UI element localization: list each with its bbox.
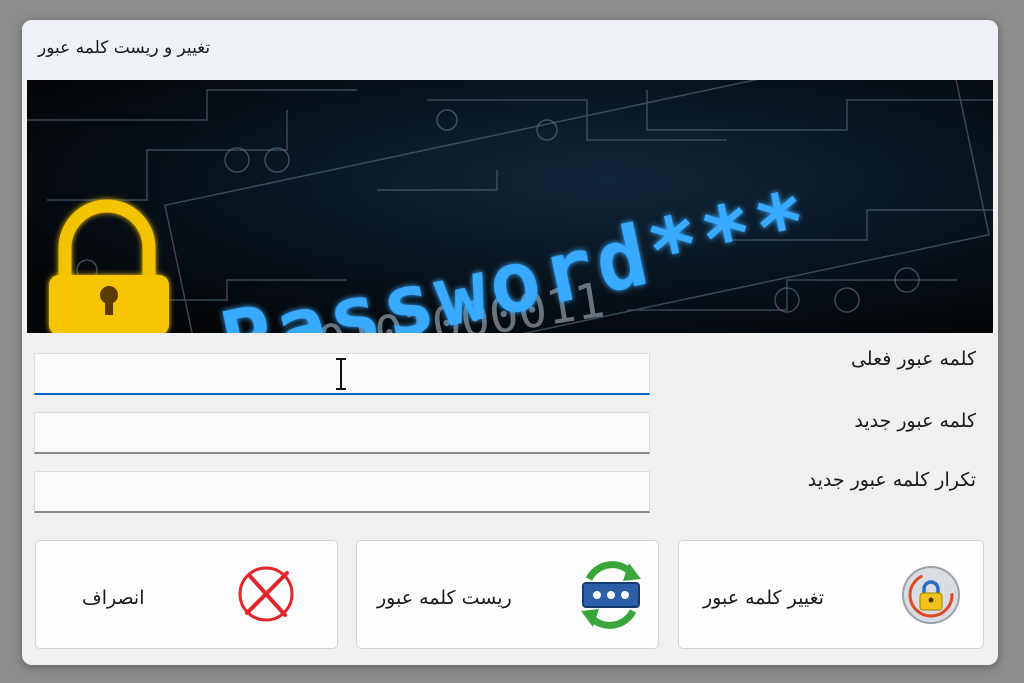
current-password-field[interactable] <box>34 353 653 395</box>
confirm-password-label: تکرار کلمه عبور جدید <box>807 469 976 491</box>
password-banner-image: 0101000011 Password*** <box>27 80 993 333</box>
cancel-button-label: انصراف <box>82 587 145 609</box>
new-password-field[interactable] <box>34 412 653 454</box>
cancel-button[interactable]: انصراف <box>35 540 338 649</box>
new-password-label: کلمه عبور جدید <box>854 410 976 432</box>
new-password-input[interactable] <box>35 413 653 454</box>
reset-password-button[interactable]: ریست کلمه عبور <box>356 540 659 649</box>
cancel-x-icon <box>235 563 297 629</box>
title-bar[interactable]: تغییر و ریست کلمه عبور <box>22 20 998 80</box>
text-caret <box>336 358 346 390</box>
current-password-label: کلمه عبور فعلی <box>850 348 976 370</box>
change-password-dialog: تغییر و ریست کلمه عبور 0101000011 Passwo… <box>22 20 998 665</box>
lock-refresh-icon <box>901 565 961 629</box>
password-reset-icon <box>579 561 643 633</box>
change-password-button[interactable]: تغییر کلمه عبور <box>678 540 984 649</box>
window-title: تغییر و ریست کلمه عبور <box>38 38 211 58</box>
banner-graphic: 0101000011 Password*** <box>27 80 993 333</box>
confirm-password-field[interactable] <box>34 471 653 513</box>
reset-password-button-label: ریست کلمه عبور <box>377 587 512 609</box>
confirm-password-input[interactable] <box>35 472 653 513</box>
change-password-button-label: تغییر کلمه عبور <box>703 587 825 609</box>
